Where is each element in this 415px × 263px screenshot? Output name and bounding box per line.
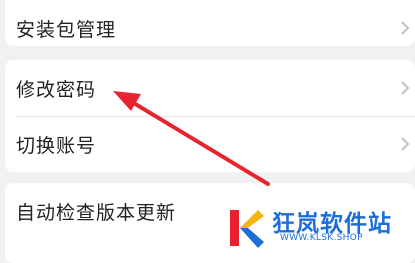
k-logo-icon <box>230 210 264 248</box>
watermark-url: WWW.KLSK.SHOP <box>280 233 363 243</box>
watermark: 狂岚软件站 WWW.KLSK.SHOP <box>222 202 415 252</box>
